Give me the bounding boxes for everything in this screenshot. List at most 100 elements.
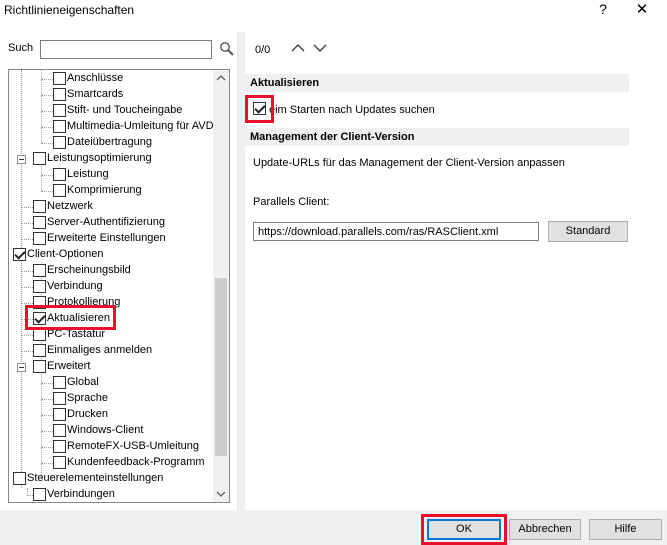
tree-connector xyxy=(41,431,53,432)
parallels-client-label: Parallels Client: xyxy=(253,196,330,208)
tree-connector xyxy=(41,191,53,192)
checkbox[interactable] xyxy=(13,248,26,261)
help-button[interactable]: Hilfe xyxy=(589,519,662,540)
checkbox[interactable] xyxy=(53,424,66,437)
tree-connector xyxy=(21,303,33,304)
tree-connector xyxy=(41,95,53,96)
scroll-up-icon[interactable] xyxy=(213,70,229,87)
tree-connector xyxy=(21,70,22,488)
section-header-aktualisieren: Aktualisieren xyxy=(245,74,629,92)
tree-connector xyxy=(41,166,42,191)
tree-item-label: Anschlüsse xyxy=(67,72,124,84)
update-check-checkbox[interactable] xyxy=(253,102,266,115)
search-result-counter: 0/0 xyxy=(255,44,271,56)
search-icon[interactable] xyxy=(219,41,235,57)
close-icon[interactable]: ✕ xyxy=(634,0,650,18)
tree-item-label: Client-Optionen xyxy=(27,248,104,260)
checkbox[interactable] xyxy=(33,232,46,245)
ok-button[interactable]: OK xyxy=(427,519,501,540)
checkbox[interactable] xyxy=(33,312,46,325)
tree-item-label: Dateiübertragung xyxy=(67,136,153,148)
tree-item-label: Aktualisieren xyxy=(47,312,110,324)
tree-item-label: Kundenfeedback-Programm xyxy=(67,456,205,468)
collapse-icon[interactable] xyxy=(17,363,26,372)
tree-item-label: Komprimierung xyxy=(67,184,142,196)
tree-item-label: Verbindung xyxy=(47,280,103,292)
tree-connector xyxy=(41,127,53,128)
tree-connector xyxy=(41,175,53,176)
tree-item-label: Multimedia-Umleitung für AVD xyxy=(67,120,214,132)
tree-item-label: RemoteFX-USB-Umleitung xyxy=(67,440,200,452)
collapse-icon[interactable] xyxy=(17,155,26,164)
checkbox[interactable] xyxy=(53,136,66,149)
checkbox[interactable] xyxy=(33,200,46,213)
pane-splitter[interactable] xyxy=(237,32,245,510)
cancel-button[interactable]: Abbrechen xyxy=(509,519,581,540)
scrollbar-thumb[interactable] xyxy=(215,278,227,456)
checkbox[interactable] xyxy=(53,440,66,453)
tree-connector xyxy=(41,463,53,464)
checkbox[interactable] xyxy=(53,72,66,85)
checkbox[interactable] xyxy=(33,264,46,277)
checkbox[interactable] xyxy=(33,344,46,357)
tree-connector xyxy=(21,335,33,336)
checkbox[interactable] xyxy=(53,168,66,181)
client-url-input[interactable] xyxy=(253,222,539,241)
tree-item-label: Erscheinungsbild xyxy=(47,264,131,276)
tree-connector xyxy=(21,351,33,352)
tree-item-label: Netzwerk xyxy=(47,200,93,212)
checkbox[interactable] xyxy=(53,104,66,117)
checkbox[interactable] xyxy=(33,152,46,165)
tree-item-label: Leistung xyxy=(67,168,109,180)
update-check-label: eim Starten nach Updates suchen xyxy=(269,104,435,116)
tree-item-label: Einmaliges anmelden xyxy=(47,344,153,356)
checkbox[interactable] xyxy=(53,88,66,101)
standard-button[interactable]: Standard xyxy=(548,221,628,242)
tree-item-label: Protokollierung xyxy=(47,296,121,308)
tree-connector xyxy=(21,223,33,224)
chevron-up-icon[interactable] xyxy=(290,40,306,56)
checkbox[interactable] xyxy=(53,120,66,133)
tree-item-label: Leistungsoptimierung xyxy=(47,152,152,164)
tree-item-label: Windows-Client xyxy=(67,424,144,436)
title-bar: Richtlinieneigenschaften ? ✕ xyxy=(0,0,667,20)
scroll-down-icon[interactable] xyxy=(213,485,229,502)
tree-connector xyxy=(21,207,33,208)
tree-connector xyxy=(41,415,53,416)
tree-item-label: Drucken xyxy=(67,408,108,420)
tree-connector xyxy=(41,447,53,448)
help-icon[interactable]: ? xyxy=(596,1,610,17)
checkbox[interactable] xyxy=(33,488,46,501)
tree-connector xyxy=(41,79,53,80)
checkbox[interactable] xyxy=(33,328,46,341)
checkbox[interactable] xyxy=(53,408,66,421)
checkbox[interactable] xyxy=(53,392,66,405)
search-input[interactable] xyxy=(40,40,212,59)
tree-item-label: Erweiterte Einstellungen xyxy=(47,232,166,244)
tree-item-label: Sprache xyxy=(67,392,108,404)
tree-item-label: Server-Authentifizierung xyxy=(47,216,166,228)
checkbox[interactable] xyxy=(33,296,46,309)
checkbox[interactable] xyxy=(53,184,66,197)
category-tree[interactable]: Anschlüsse Smartcards Stift- und Touchei… xyxy=(8,69,230,503)
tree-item-label: PC-Tastatur xyxy=(47,328,106,340)
section-header-client-version: Management der Client-Version xyxy=(245,128,629,146)
checkbox[interactable] xyxy=(53,376,66,389)
tree-item-label: Global xyxy=(67,376,99,388)
tree-connector xyxy=(21,287,33,288)
window-title: Richtlinieneigenschaften xyxy=(4,3,135,17)
checkbox[interactable] xyxy=(53,456,66,469)
checkbox[interactable] xyxy=(33,280,46,293)
chevron-down-icon[interactable] xyxy=(312,40,328,56)
search-label: Such xyxy=(8,42,34,54)
tree-connector xyxy=(41,383,53,384)
tree-connector xyxy=(21,239,33,240)
tree-item-label: Erweitert xyxy=(47,360,91,372)
checkbox[interactable] xyxy=(33,216,46,229)
tree-item-label: Smartcards xyxy=(67,88,124,100)
tree-item-label: Steuerelementeinstellungen xyxy=(27,472,164,484)
tree-connector xyxy=(41,399,53,400)
checkbox[interactable] xyxy=(13,472,26,485)
tree-scrollbar[interactable] xyxy=(213,70,229,502)
checkbox[interactable] xyxy=(33,360,46,373)
